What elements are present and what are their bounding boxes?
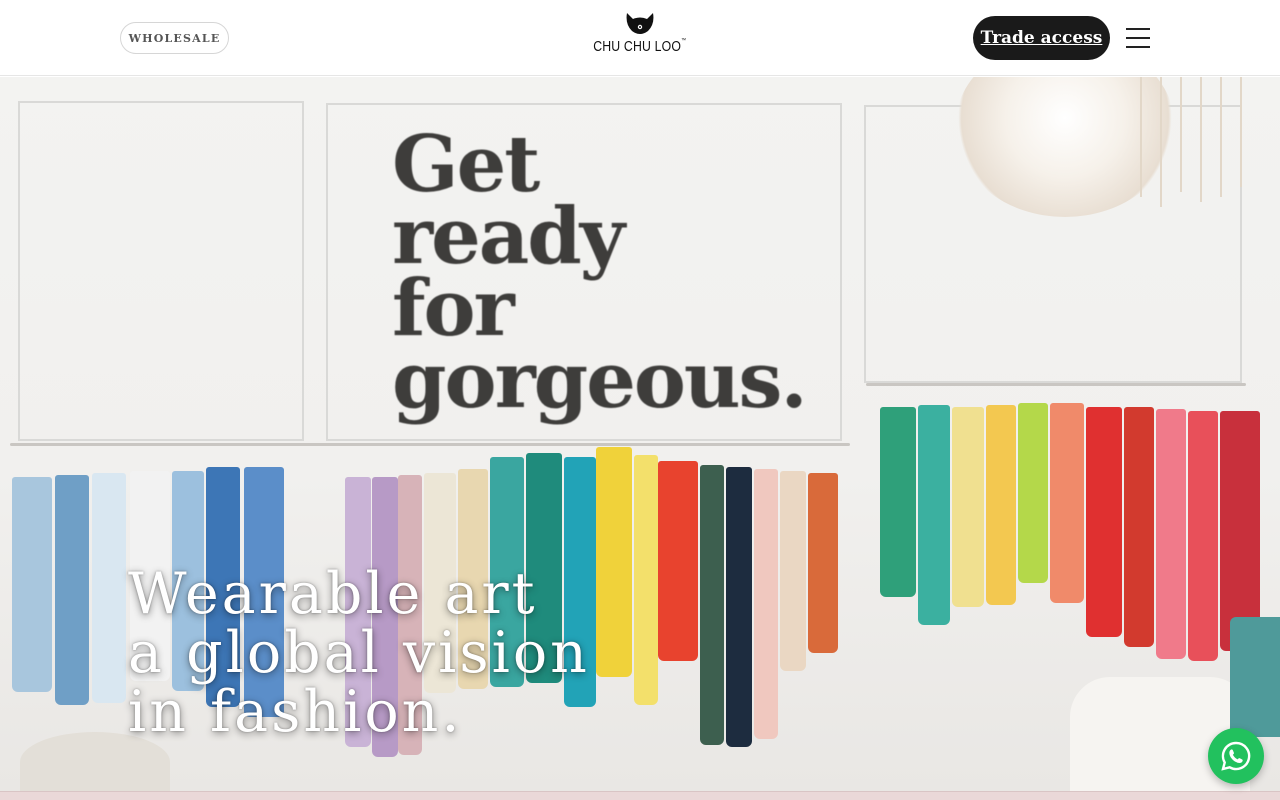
garment	[1188, 411, 1218, 661]
garment	[1220, 411, 1260, 651]
garment	[754, 469, 778, 739]
garment	[952, 407, 984, 607]
site-header: WHOLESALE CHU CHU LOO™ Trade access	[0, 0, 1280, 76]
logo-wordmark: CHU CHU LOO™	[593, 38, 687, 55]
hero-headline: Wearable art a global vision in fashion.	[128, 561, 590, 745]
garment	[700, 465, 724, 745]
planter	[1230, 617, 1280, 737]
clothing-rail	[866, 383, 1246, 386]
garment	[1018, 403, 1048, 583]
garment	[658, 461, 698, 661]
wholesale-button[interactable]: WHOLESALE	[120, 22, 229, 54]
garment	[808, 473, 838, 653]
garment	[1050, 403, 1084, 603]
clothing-rail	[10, 443, 850, 446]
garment	[596, 447, 632, 677]
cat-head-icon	[626, 13, 654, 34]
bottom-strip	[0, 791, 1280, 800]
garment	[726, 467, 752, 747]
garment	[1156, 409, 1186, 659]
garment	[880, 407, 916, 597]
garment	[55, 475, 89, 705]
whatsapp-chat-button[interactable]	[1208, 728, 1264, 784]
hamburger-menu-icon[interactable]	[1124, 24, 1152, 52]
trade-access-button[interactable]: Trade access	[973, 16, 1110, 60]
garment	[1124, 407, 1154, 647]
brand-logo[interactable]: CHU CHU LOO™	[590, 12, 690, 62]
hero-banner: Get ready for gorgeous. Wearable art a g…	[0, 77, 1280, 791]
garment	[1086, 407, 1122, 637]
garment	[780, 471, 806, 671]
garment	[12, 477, 52, 692]
whatsapp-icon	[1221, 741, 1251, 771]
garment	[92, 473, 126, 703]
wall-sign-text: Get ready for gorgeous.	[392, 119, 808, 426]
garment	[918, 405, 950, 625]
garment	[634, 455, 658, 705]
garment	[986, 405, 1016, 605]
wall-panel	[18, 101, 304, 441]
